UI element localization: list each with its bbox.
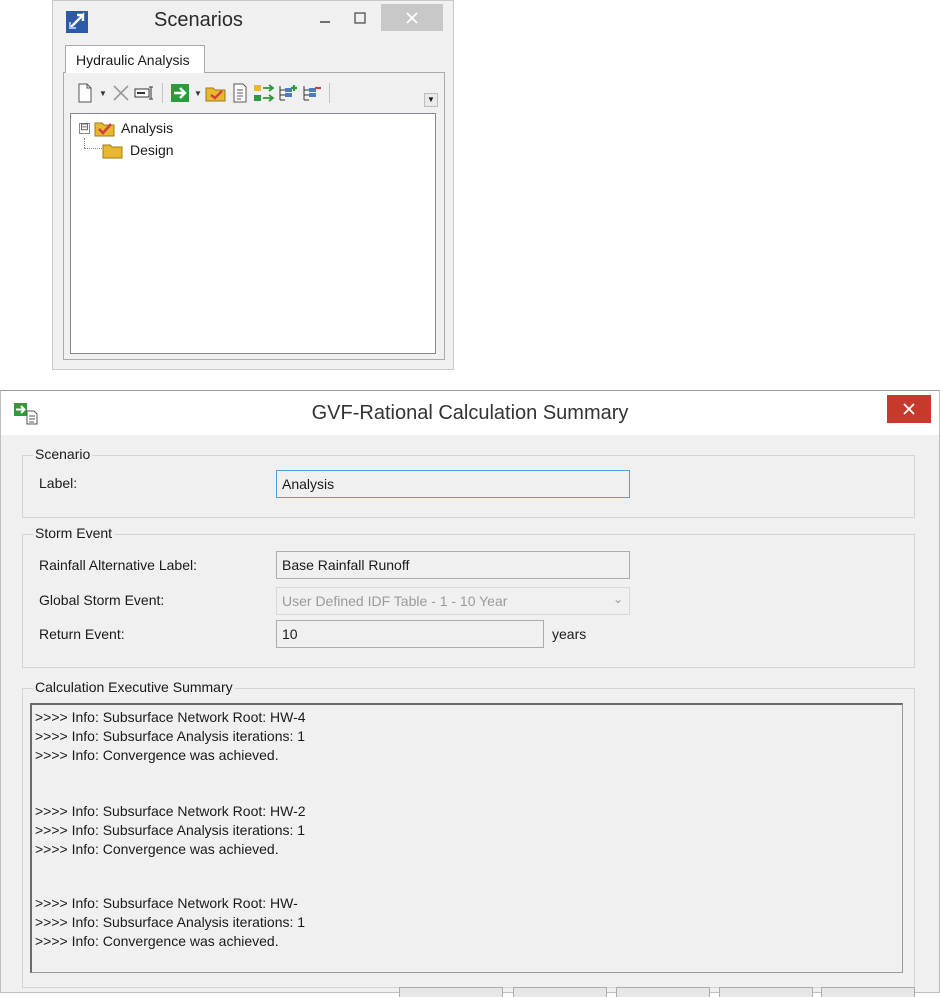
compute-dropdown-arrow[interactable]: ▼ — [193, 82, 203, 104]
dialog-button[interactable] — [719, 987, 813, 997]
calculation-summary-dialog: GVF-Rational Calculation Summary Scenari… — [0, 390, 940, 997]
minimize-icon — [320, 21, 330, 23]
expand-all-button[interactable] — [277, 82, 299, 104]
report-icon — [233, 83, 247, 103]
collapse-all-button[interactable] — [301, 82, 323, 104]
folder-icon — [102, 144, 123, 159]
global-storm-event-select: User Defined IDF Table - 1 - 10 Year ⌄ — [276, 587, 630, 615]
dialog-button[interactable] — [821, 987, 915, 997]
collapse-node-icon[interactable]: ⊟ — [79, 122, 90, 134]
return-event-unit: years — [552, 626, 587, 642]
close-icon — [406, 11, 418, 24]
return-event-field[interactable]: 10 — [276, 620, 544, 648]
tree-connector — [84, 138, 85, 148]
return-event-caption: Return Event: — [39, 626, 125, 642]
scenario-group-legend: Scenario — [33, 446, 93, 462]
dialog-titlebar: GVF-Rational Calculation Summary — [1, 391, 939, 435]
scenarios-window: Scenarios Hydraulic Analysis ▼ ▼ ▼ ⊟ Ana… — [52, 0, 454, 370]
maximize-icon — [354, 12, 366, 24]
log-line: >>>> Info: Subsurface Network Root: HW- — [35, 895, 298, 911]
tab-panel: ▼ ▼ ▼ ⊟ Analysis Design — [63, 72, 445, 360]
scenario-tree: ⊟ Analysis Design — [70, 113, 436, 354]
tree-node-analysis[interactable]: ⊟ Analysis — [79, 119, 173, 137]
toolbar-separator — [329, 83, 330, 103]
window-title: Scenarios — [154, 9, 243, 31]
close-icon — [903, 403, 915, 415]
tree-node-label: Analysis — [121, 120, 174, 136]
make-current-icon — [205, 87, 226, 102]
delete-icon — [113, 85, 129, 101]
collapse-icon — [303, 86, 321, 101]
tab-hydraulic-analysis[interactable]: Hydraulic Analysis — [65, 45, 205, 73]
summary-group-legend: Calculation Executive Summary — [33, 679, 235, 695]
tree-node-label: Design — [130, 142, 174, 158]
log-line: >>>> Info: Subsurface Analysis iteration… — [35, 914, 306, 930]
label-caption: Label: — [39, 475, 78, 491]
maximize-button[interactable] — [346, 5, 374, 31]
compare-button[interactable] — [253, 82, 275, 104]
scenario-toolbar: ▼ ▼ — [74, 80, 334, 106]
dialog-title: GVF-Rational Calculation Summary — [311, 402, 629, 424]
new-dropdown-arrow[interactable]: ▼ — [98, 82, 108, 104]
log-line: >>>> Info: Convergence was achieved. — [35, 747, 279, 763]
compute-button[interactable] — [169, 82, 191, 104]
expand-icon — [279, 85, 297, 101]
log-line: >>>> Info: Convergence was achieved. — [35, 841, 279, 857]
close-button[interactable] — [887, 395, 931, 423]
current-scenario-icon — [94, 122, 115, 137]
rainfall-alternative-caption: Rainfall Alternative Label: — [39, 557, 197, 573]
minimize-button[interactable] — [311, 5, 339, 31]
compare-icon — [254, 84, 275, 102]
chevron-down-icon: ⌄ — [612, 592, 623, 606]
toolbar-overflow-button[interactable]: ▼ — [424, 93, 438, 107]
rename-button[interactable] — [134, 82, 156, 104]
dialog-button[interactable] — [616, 987, 710, 997]
tree-node-design[interactable]: Design — [102, 141, 174, 159]
log-line: >>>> Info: Subsurface Network Root: HW-2 — [35, 803, 306, 819]
tree-connector — [84, 148, 102, 149]
log-line: >>>> Info: Convergence was achieved. — [35, 933, 279, 949]
dialog-button[interactable] — [513, 987, 607, 997]
log-line: >>>> Info: Subsurface Analysis iteration… — [35, 728, 306, 744]
report-button[interactable] — [229, 82, 251, 104]
log-line: >>>> Info: Subsurface Network Root: HW-4 — [35, 709, 306, 725]
dialog-button[interactable] — [399, 987, 503, 997]
storm-event-group-legend: Storm Event — [33, 525, 115, 541]
rename-icon — [134, 86, 153, 100]
compute-icon — [171, 84, 189, 102]
new-button[interactable] — [74, 82, 96, 104]
global-storm-event-value: User Defined IDF Table - 1 - 10 Year — [282, 593, 508, 609]
make-current-button[interactable] — [205, 82, 227, 104]
scenarios-app-icon — [66, 11, 88, 33]
global-storm-event-caption: Global Storm Event: — [39, 592, 165, 608]
scenario-label-field[interactable]: Analysis — [276, 470, 630, 498]
log-line: >>>> Info: Subsurface Analysis iteration… — [35, 822, 306, 838]
delete-button[interactable] — [110, 82, 132, 104]
new-icon — [78, 83, 92, 103]
summary-log[interactable]: >>>> Info: Subsurface Network Root: HW-4… — [30, 703, 903, 973]
toolbar-separator — [162, 83, 163, 103]
rainfall-alternative-field[interactable]: Base Rainfall Runoff — [276, 551, 630, 579]
close-button[interactable] — [381, 4, 443, 31]
